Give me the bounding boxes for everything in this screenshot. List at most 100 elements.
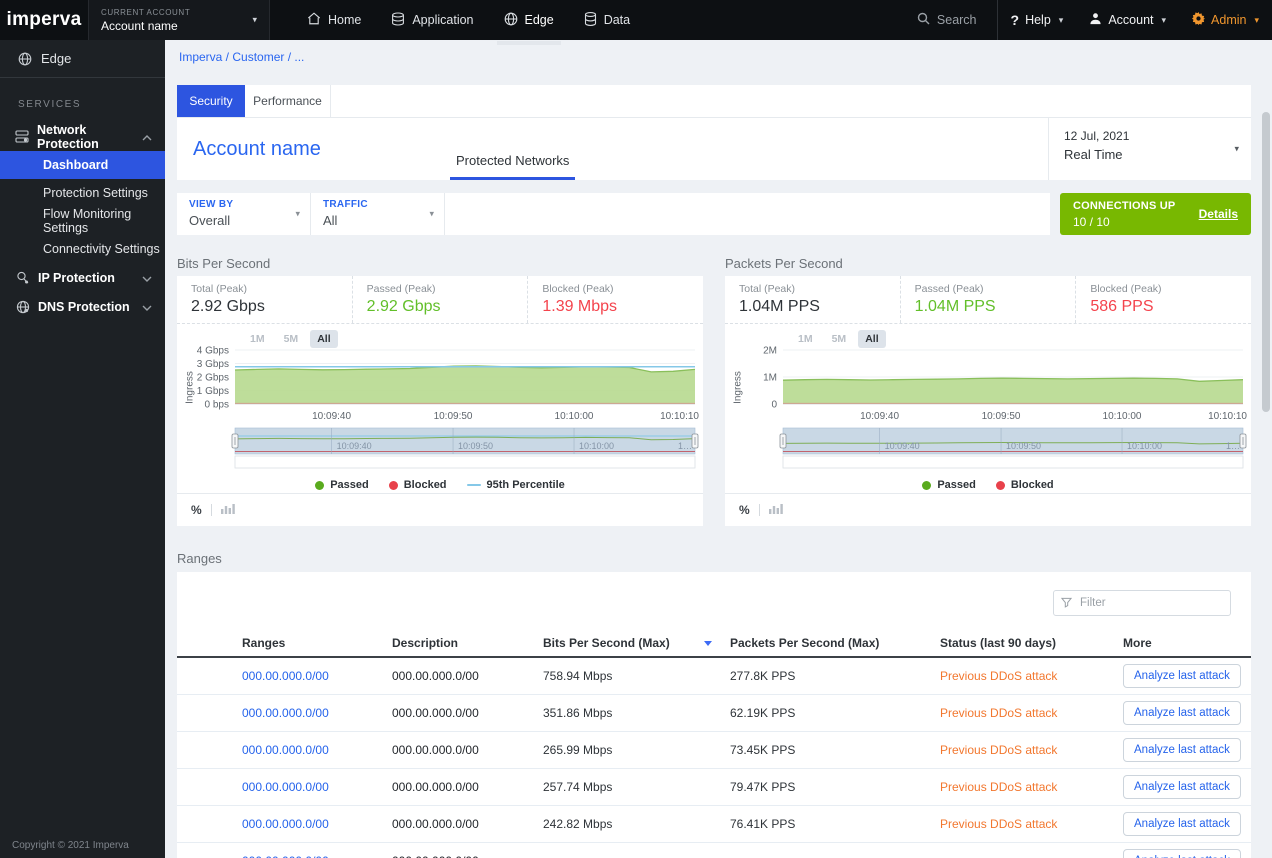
range-button-1m[interactable]: 1M [243, 330, 272, 348]
analyze-last-attack-button[interactable]: Analyze last attack [1123, 775, 1241, 799]
sidebar-item-dns-protection[interactable]: DNS Protection [0, 292, 165, 321]
bar-chart-icon[interactable] [221, 502, 235, 517]
range-link[interactable]: 000.00.000.0/00 [242, 669, 392, 683]
analyze-last-attack-button[interactable]: Analyze last attack [1123, 701, 1241, 725]
column-header-bits-per-second-max-[interactable]: Bits Per Second (Max) [543, 636, 730, 650]
search-button[interactable]: Search [897, 12, 997, 28]
scrollbar-track[interactable] [1259, 40, 1272, 858]
legend-95th-percentile[interactable]: 95th Percentile [467, 479, 565, 491]
legend-blocked[interactable]: Blocked [389, 479, 447, 491]
svg-text:1 Gbps: 1 Gbps [197, 386, 229, 397]
date-range-dropdown[interactable]: 12 Jul, 2021 Real Time ▾ [1048, 118, 1251, 180]
legend-passed[interactable]: Passed [922, 479, 976, 491]
chevron-down-icon: ▾ [1254, 15, 1259, 26]
sidebar-item-connectivity-settings[interactable]: Connectivity Settings [0, 235, 165, 263]
ranges-card: RangesDescriptionBits Per Second (Max)Pa… [177, 572, 1251, 858]
column-header-label: Status (last 90 days) [940, 636, 1056, 650]
column-header-description[interactable]: Description [392, 636, 543, 650]
topnav-item-edge[interactable]: Edge [489, 0, 569, 40]
view-by-dropdown[interactable]: VIEW BY Overall ▾ [177, 193, 311, 235]
range-button-5m[interactable]: 5M [277, 330, 306, 348]
page-head-row: Account name Protected Networks 12 Jul, … [177, 118, 1251, 180]
breadcrumb[interactable]: Imperva / Customer / ... [179, 50, 304, 64]
stat-value: 1.04M PPS [915, 298, 1076, 316]
pps-chart[interactable]: 2M1M010:09:4010:09:5010:10:0010:10:1010:… [725, 344, 1251, 470]
stat-passed-peak-: Passed (Peak)1.04M PPS [901, 276, 1077, 323]
topnav-item-home[interactable]: Home [292, 0, 376, 40]
range-link[interactable]: 000.00.000.0/00 [242, 743, 392, 757]
help-label: Help [1025, 13, 1051, 27]
sidebar-item-edge[interactable]: Edge [0, 40, 165, 78]
range-link[interactable]: 000.00.000.0/00 [242, 706, 392, 720]
bits-chart-area: 1M5MAll Ingress 4 Gbps3 Gbps2 Gbps1 Gbps… [177, 324, 703, 493]
svg-text:10:09:40: 10:09:40 [885, 441, 920, 451]
stat-label: Blocked (Peak) [542, 283, 703, 295]
connections-up-badge[interactable]: CONNECTIONS UP 10 / 10 Details [1060, 193, 1251, 235]
status-link[interactable]: Previous DDoS attack [940, 817, 1123, 831]
column-header-more[interactable]: More [1123, 636, 1223, 650]
page-header-card: Security Performance Account name Protec… [177, 85, 1251, 180]
chevron-down-icon: ▾ [1162, 15, 1167, 26]
sort-desc-icon[interactable] [704, 641, 712, 646]
status-link[interactable]: Previous DDoS attack [940, 706, 1123, 720]
range-link[interactable]: 000.00.000.0/00 [242, 854, 392, 858]
stat-label: Blocked (Peak) [1090, 283, 1251, 295]
range-link[interactable]: 000.00.000.0/00 [242, 780, 392, 794]
legend-passed[interactable]: Passed [315, 479, 369, 491]
sidebar-item-network-protection[interactable]: Network Protection [0, 122, 165, 151]
account-menu[interactable]: Account ▾ [1076, 12, 1179, 28]
analyze-last-attack-button[interactable]: Analyze last attack [1123, 664, 1241, 688]
scrollbar-thumb[interactable] [1262, 112, 1270, 412]
stat-passed-peak-: Passed (Peak)2.92 Gbps [353, 276, 529, 323]
network-protection-icon [15, 130, 29, 143]
details-link[interactable]: Details [1199, 207, 1238, 221]
topnav-item-data[interactable]: Data [569, 0, 645, 40]
status-link[interactable]: Previous DDoS attack [940, 743, 1123, 757]
filter-input[interactable] [1053, 590, 1231, 616]
range-button-5m[interactable]: 5M [825, 330, 854, 348]
legend-blocked[interactable]: Blocked [996, 479, 1054, 491]
chevron-down-icon: ▾ [429, 209, 434, 220]
admin-menu[interactable]: Admin ▾ [1179, 12, 1272, 28]
bits-legend: Passed Blocked 95th Percentile [177, 479, 703, 491]
tab-protected-networks[interactable]: Protected Networks [450, 153, 575, 180]
sidebar-item-flow-monitoring-settings[interactable]: Flow Monitoring Settings [0, 207, 165, 235]
status-link[interactable]: Previous DDoS attack [940, 669, 1123, 683]
current-account-dropdown[interactable]: CURRENT ACCOUNT Account name ▾ [88, 0, 270, 40]
pps-max-value: 62.19K PPS [730, 706, 940, 720]
sidebar-item-ip-protection[interactable]: IP Protection [0, 263, 165, 292]
pps-max-value: 73.45K PPS [730, 743, 940, 757]
percent-toggle[interactable]: % [739, 503, 750, 517]
sidebar-item-protection-settings[interactable]: Protection Settings [0, 179, 165, 207]
svg-text:10:09:40: 10:09:40 [312, 411, 351, 422]
range-button-all[interactable]: All [310, 330, 337, 348]
range-button-all[interactable]: All [858, 330, 885, 348]
svg-text:10:10:10: 10:10:10 [660, 411, 699, 422]
help-menu[interactable]: ? Help ▾ [998, 12, 1077, 28]
range-button-1m[interactable]: 1M [791, 330, 820, 348]
tab-performance[interactable]: Performance [245, 85, 331, 117]
connections-label: CONNECTIONS UP [1073, 200, 1175, 212]
column-header-label: Packets Per Second (Max) [730, 636, 879, 650]
status-link[interactable]: Previous DDoS attack [940, 780, 1123, 794]
bar-chart-icon[interactable] [769, 502, 783, 517]
tab-security[interactable]: Security [177, 85, 245, 117]
column-header-status-last-90-days-[interactable]: Status (last 90 days) [940, 636, 1123, 650]
view-by-value: Overall [189, 213, 286, 228]
topnav-item-application[interactable]: Application [376, 0, 488, 40]
sidebar-item-dashboard[interactable]: Dashboard [0, 151, 165, 179]
column-header-ranges[interactable]: Ranges [242, 636, 392, 650]
analyze-last-attack-button[interactable]: Analyze last attack [1123, 812, 1241, 836]
legend-swatch [996, 481, 1005, 490]
analyze-last-attack-button[interactable]: Analyze last attack [1123, 849, 1241, 858]
range-link[interactable]: 000.00.000.0/00 [242, 817, 392, 831]
topnav-item-label: Application [412, 13, 473, 27]
percent-toggle[interactable]: % [191, 503, 202, 517]
analyze-last-attack-button[interactable]: Analyze last attack [1123, 738, 1241, 762]
chevron-down-icon [142, 300, 152, 314]
column-header-packets-per-second-max-[interactable]: Packets Per Second (Max) [730, 636, 940, 650]
bits-chart[interactable]: 4 Gbps3 Gbps2 Gbps1 Gbps0 bps10:09:4010:… [177, 344, 703, 470]
traffic-dropdown[interactable]: TRAFFIC All ▾ [311, 193, 445, 235]
svg-text:2 Gbps: 2 Gbps [197, 373, 229, 384]
range-buttons: 1M 5MAll [243, 330, 338, 348]
